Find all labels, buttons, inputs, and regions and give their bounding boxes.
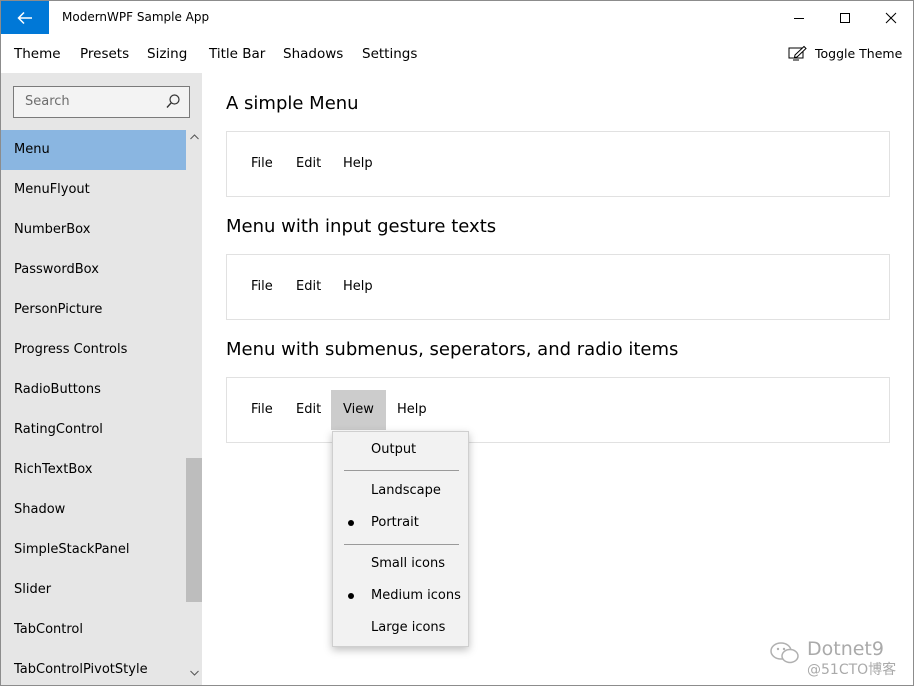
menu-edit[interactable]: Edit [284, 144, 333, 184]
minimize-icon [794, 17, 804, 19]
maximize-icon [840, 12, 850, 23]
view-dropdown-menu: Output Landscape Portrait Small icons Me… [332, 431, 469, 647]
toggle-theme-button[interactable]: Toggle Theme [788, 45, 902, 61]
menu-separator [344, 470, 459, 471]
dropdown-item-portrait[interactable]: Portrait [333, 508, 468, 538]
menu-settings[interactable]: Settings [362, 46, 417, 62]
back-button[interactable] [1, 1, 49, 34]
sidebar-item-passwordbox[interactable]: PasswordBox [1, 250, 186, 290]
sidebar-scrollbar[interactable] [186, 130, 202, 685]
dropdown-item-label: Output [371, 442, 417, 457]
watermark-line2: @51CTO博客 [807, 662, 897, 678]
content-area: A simple Menu File Edit Help Menu with i… [202, 73, 913, 685]
dropdown-item-label: Landscape [371, 483, 441, 498]
sidebar-item-ratingcontrol[interactable]: RatingControl [1, 410, 186, 450]
app-window: ModernWPF Sample App Theme Presets Sizin… [0, 0, 914, 686]
nav-list: Menu MenuFlyout NumberBox PasswordBox Pe… [1, 130, 186, 685]
title-bar: ModernWPF Sample App [1, 1, 913, 34]
dropdown-item-small-icons[interactable]: Small icons [333, 549, 468, 579]
menu-edit[interactable]: Edit [284, 267, 333, 307]
menu-presets[interactable]: Presets [80, 46, 129, 62]
submenu-menu: File Edit View Help [226, 377, 890, 443]
dropdown-item-medium-icons[interactable]: Medium icons [333, 581, 468, 611]
scrollbar-thumb[interactable] [186, 458, 202, 602]
maximize-button[interactable] [822, 1, 868, 34]
sidebar-item-radiobuttons[interactable]: RadioButtons [1, 370, 186, 410]
search-input[interactable]: Search [13, 86, 190, 118]
menu-file[interactable]: File [239, 390, 285, 430]
section-title-submenu-menu: Menu with submenus, seperators, and radi… [226, 339, 679, 360]
section-title-gesture-menu: Menu with input gesture texts [226, 216, 497, 237]
menu-separator [344, 544, 459, 545]
radio-bullet-icon [348, 520, 354, 526]
menu-theme[interactable]: Theme [14, 46, 61, 62]
radio-bullet-icon [348, 593, 354, 599]
simple-menu: File Edit Help [226, 131, 890, 197]
sidebar-item-simplestackpanel[interactable]: SimpleStackPanel [1, 530, 186, 570]
close-icon [885, 12, 897, 23]
sidebar-item-personpicture[interactable]: PersonPicture [1, 290, 186, 330]
dropdown-item-label: Portrait [371, 515, 419, 530]
minimize-button[interactable] [776, 1, 822, 34]
wechat-logo-icon [770, 642, 799, 664]
scroll-down-arrow-icon[interactable] [190, 670, 199, 676]
sidebar-item-menu[interactable]: Menu [1, 130, 186, 170]
sidebar-item-tabcontrolpivotstyle[interactable]: TabControlPivotStyle [1, 650, 186, 685]
menu-view[interactable]: View [331, 390, 386, 430]
menu-shadows[interactable]: Shadows [283, 46, 343, 62]
menu-edit[interactable]: Edit [284, 390, 333, 430]
menu-file[interactable]: File [239, 144, 285, 184]
sidebar: Search Menu MenuFlyout NumberBox Passwor… [1, 73, 202, 685]
dropdown-item-output[interactable]: Output [333, 435, 468, 465]
sidebar-item-menuflyout[interactable]: MenuFlyout [1, 170, 186, 210]
edit-screen-icon [788, 45, 807, 61]
dropdown-item-label: Medium icons [371, 588, 461, 603]
dropdown-item-label: Small icons [371, 556, 445, 571]
menu-help[interactable]: Help [331, 144, 385, 184]
scroll-up-arrow-icon[interactable] [190, 134, 199, 140]
menu-help[interactable]: Help [385, 390, 439, 430]
watermark-line1: Dotnet9 [807, 638, 884, 660]
toggle-theme-label: Toggle Theme [815, 45, 903, 61]
menu-file[interactable]: File [239, 267, 285, 307]
dropdown-item-large-icons[interactable]: Large icons [333, 613, 468, 643]
sidebar-item-tabcontrol[interactable]: TabControl [1, 610, 186, 650]
section-title-simple-menu: A simple Menu [226, 93, 359, 114]
sidebar-item-shadow[interactable]: Shadow [1, 490, 186, 530]
sidebar-item-slider[interactable]: Slider [1, 570, 186, 610]
sidebar-item-numberbox[interactable]: NumberBox [1, 210, 186, 250]
menu-help[interactable]: Help [331, 267, 385, 307]
sidebar-item-progress-controls[interactable]: Progress Controls [1, 330, 186, 370]
close-button[interactable] [868, 1, 913, 34]
gesture-menu: File Edit Help [226, 254, 890, 320]
sidebar-item-richtextbox[interactable]: RichTextBox [1, 450, 186, 490]
top-menu-bar: Theme Presets Sizing Title Bar Shadows S… [1, 34, 913, 73]
dropdown-item-landscape[interactable]: Landscape [333, 476, 468, 506]
watermark: Dotnet9 @51CTO博客 [769, 637, 913, 685]
back-arrow-icon [17, 11, 32, 24]
search-placeholder: Search [25, 94, 70, 109]
app-title: ModernWPF Sample App [62, 10, 210, 24]
dropdown-item-label: Large icons [371, 620, 446, 635]
search-icon[interactable] [166, 94, 180, 109]
menu-title-bar[interactable]: Title Bar [209, 46, 265, 62]
menu-sizing[interactable]: Sizing [147, 46, 187, 62]
